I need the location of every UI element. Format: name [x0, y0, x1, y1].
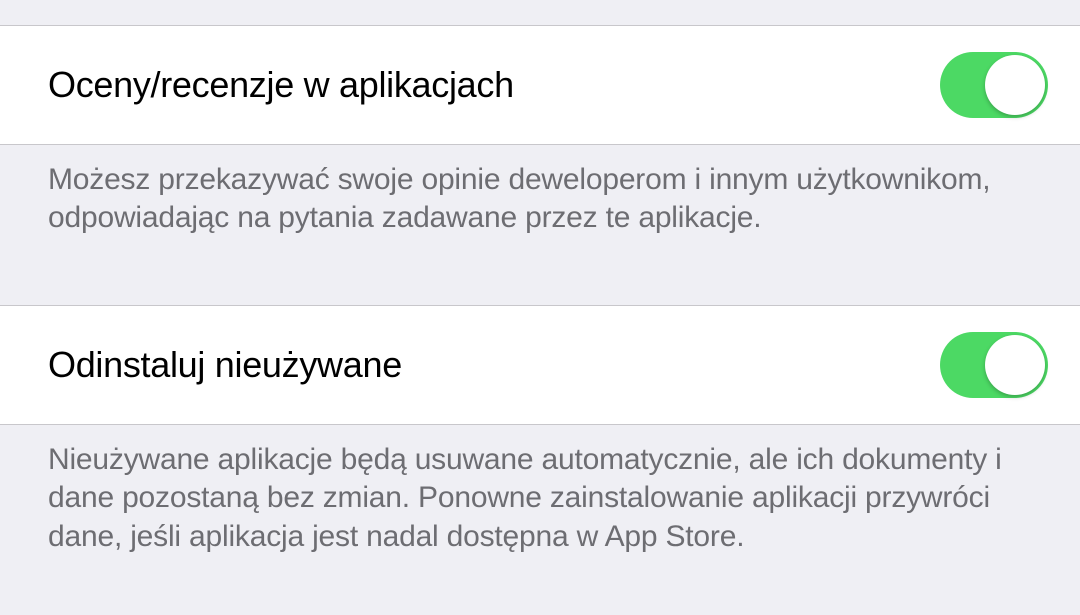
toggle-knob [985, 55, 1045, 115]
top-spacer [0, 0, 1080, 26]
setting-label: Odinstaluj nieużywane [48, 344, 402, 386]
setting-row-ratings-reviews: Oceny/recenzje w aplikacjach [0, 26, 1080, 145]
setting-label: Oceny/recenzje w aplikacjach [48, 64, 514, 106]
toggle-knob [985, 335, 1045, 395]
section-gap [0, 256, 1080, 306]
setting-footer-ratings-reviews: Możesz przekazywać swoje opinie dewelope… [0, 145, 1080, 256]
setting-footer-offload-unused: Nieużywane aplikacje będą usuwane automa… [0, 425, 1080, 574]
setting-row-offload-unused: Odinstaluj nieużywane [0, 306, 1080, 425]
toggle-ratings-reviews[interactable] [940, 52, 1048, 118]
toggle-offload-unused[interactable] [940, 332, 1048, 398]
